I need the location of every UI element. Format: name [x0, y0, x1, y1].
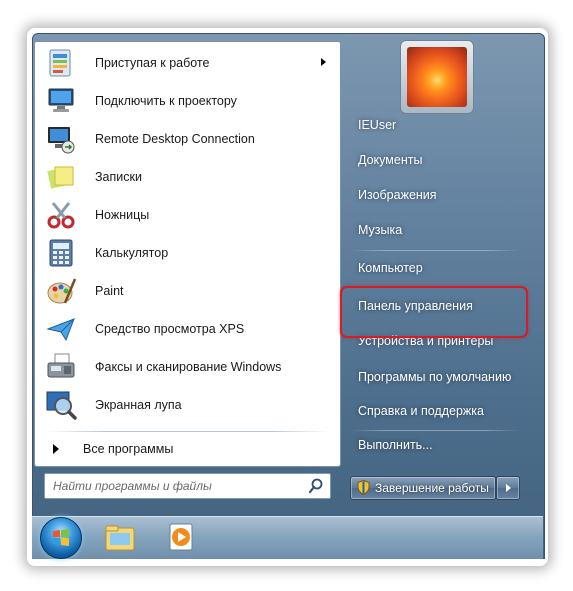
getting-started-icon: [49, 49, 71, 77]
separator: [350, 250, 520, 251]
program-label: Paint: [95, 284, 124, 298]
program-label: Подключить к проектору: [95, 94, 237, 108]
expand-arrow-icon: [53, 444, 59, 454]
start-orb-icon[interactable]: [40, 517, 82, 559]
program-item-remote-desktop[interactable]: Remote Desktop Connection: [45, 120, 330, 158]
program-item-xps-viewer[interactable]: Средство просмотра XPS: [45, 310, 330, 348]
program-label: Калькулятор: [95, 246, 169, 260]
search-icon[interactable]: [308, 478, 324, 494]
separator: [350, 430, 520, 431]
sticky-notes-icon: [47, 166, 74, 189]
pictures-link[interactable]: Изображения: [358, 188, 437, 202]
program-item-calculator[interactable]: Калькулятор: [45, 234, 330, 272]
all-programs-label: Все программы: [83, 442, 174, 456]
programs-pane: Приступая к работе Подключить к проектор…: [34, 41, 341, 467]
computer-link[interactable]: Компьютер: [358, 261, 423, 275]
media-player-icon[interactable]: [160, 520, 200, 556]
search-box: [44, 473, 331, 499]
documents-link[interactable]: Документы: [358, 153, 422, 167]
program-item-fax-scan[interactable]: Факсы и сканирование Windows: [45, 348, 330, 386]
program-item-snipping[interactable]: Ножницы: [45, 196, 330, 234]
music-link[interactable]: Музыка: [358, 223, 402, 237]
shield-icon: [357, 480, 370, 495]
control-panel-highlight: [340, 286, 528, 338]
all-programs-button[interactable]: Все программы: [45, 437, 330, 461]
program-label: Факсы и сканирование Windows: [95, 360, 282, 374]
windows-explorer-icon[interactable]: [100, 520, 140, 556]
search-input[interactable]: [51, 477, 305, 495]
shutdown-button[interactable]: Завершение работы: [350, 476, 496, 500]
program-label: Экранная лупа: [95, 398, 182, 412]
default-programs-link[interactable]: Программы по умолчанию: [358, 370, 511, 384]
submenu-arrow-icon: [321, 58, 326, 66]
windows-logo-icon: [53, 529, 69, 546]
program-label: Ножницы: [95, 208, 150, 222]
avatar-flower-image: [407, 47, 467, 107]
remote-desktop-icon: [48, 127, 75, 154]
user-avatar[interactable]: [400, 40, 474, 114]
run-link[interactable]: Выполнить...: [358, 438, 433, 452]
shutdown-label: Завершение работы: [375, 481, 489, 495]
program-label: Записки: [95, 170, 142, 184]
program-item-magnifier[interactable]: Экранная лупа: [45, 386, 330, 424]
projector-icon: [48, 88, 74, 112]
user-name-link[interactable]: IEUser: [358, 118, 396, 132]
program-item-getting-started[interactable]: Приступая к работе: [45, 44, 330, 82]
scissors-icon: [47, 202, 75, 229]
program-label: Средство просмотра XPS: [95, 322, 245, 336]
calculator-icon: [49, 239, 73, 267]
shutdown-options-button[interactable]: [496, 476, 520, 500]
help-support-link[interactable]: Справка и поддержка: [358, 404, 484, 418]
program-item-projector[interactable]: Подключить к проектору: [45, 82, 330, 120]
program-label: Приступая к работе: [95, 56, 210, 70]
separator: [47, 431, 329, 432]
program-item-sticky-notes[interactable]: Записки: [45, 158, 330, 196]
paint-palette-icon: [47, 278, 77, 304]
xps-viewer-icon: [46, 318, 75, 342]
program-item-paint[interactable]: Paint: [45, 272, 330, 310]
program-label: Remote Desktop Connection: [95, 132, 255, 146]
fax-scanner-icon: [47, 353, 75, 378]
magnifier-icon: [46, 391, 77, 420]
